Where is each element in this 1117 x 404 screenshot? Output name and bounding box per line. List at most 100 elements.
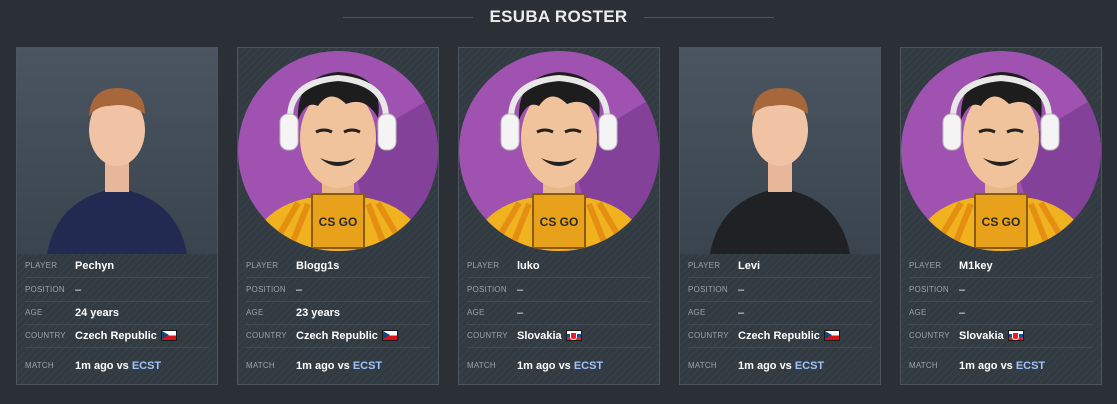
roster-header: ESUBA ROSTER bbox=[0, 0, 1117, 34]
match-opponent-link[interactable]: ECST bbox=[132, 360, 161, 372]
country-value: Czech Republic bbox=[296, 330, 398, 342]
roster-title: ESUBA ROSTER bbox=[489, 7, 628, 26]
player-value[interactable]: Pechyn bbox=[75, 260, 114, 272]
match-opponent-link[interactable]: ECST bbox=[1016, 360, 1045, 372]
row-age: AGE 23 years bbox=[246, 301, 430, 325]
row-match: MATCH 1m ago vs ECST bbox=[25, 354, 209, 377]
country-name: Czech Republic bbox=[738, 329, 820, 342]
match-opponent-link[interactable]: ECST bbox=[795, 360, 824, 372]
match-value[interactable]: 1m ago vs ECST bbox=[75, 360, 161, 372]
match-value[interactable]: 1m ago vs ECST bbox=[296, 360, 382, 372]
position-label: POSITION bbox=[467, 285, 507, 294]
row-country: COUNTRY Czech Republic bbox=[25, 324, 209, 348]
row-position: POSITION – bbox=[688, 278, 872, 302]
row-position: POSITION – bbox=[25, 278, 209, 302]
player-card[interactable]: PLAYER Levi POSITION – AGE – COUNTRY Czech Repu… bbox=[679, 47, 881, 385]
row-position: POSITION – bbox=[246, 278, 430, 302]
row-age: AGE 24 years bbox=[25, 301, 209, 325]
row-match: MATCH 1m ago vs ECST bbox=[688, 354, 872, 377]
row-match: MATCH 1m ago vs ECST bbox=[467, 354, 651, 377]
country-name: Slovakia bbox=[959, 329, 1004, 342]
player-photo[interactable] bbox=[680, 48, 880, 254]
position-value: – bbox=[75, 283, 82, 296]
age-label: AGE bbox=[688, 308, 706, 317]
svg-text:CS GO: CS GO bbox=[982, 215, 1021, 229]
player-value[interactable]: M1key bbox=[959, 260, 993, 272]
player-card[interactable]: CS GO PLAYER luko POSITION – AGE – COUNTRY Slov… bbox=[458, 47, 660, 385]
row-age: AGE – bbox=[909, 301, 1093, 325]
match-label: MATCH bbox=[25, 361, 54, 370]
match-time: 1m ago vs bbox=[296, 359, 350, 372]
header-divider-left bbox=[343, 16, 474, 18]
match-opponent-link[interactable]: ECST bbox=[353, 360, 382, 372]
match-time: 1m ago vs bbox=[75, 359, 129, 372]
country-name: Czech Republic bbox=[296, 329, 378, 342]
country-label: COUNTRY bbox=[25, 331, 66, 340]
cz-flag-icon bbox=[823, 330, 840, 341]
age-label: AGE bbox=[25, 308, 43, 317]
row-country: COUNTRY Slovakia bbox=[467, 324, 651, 348]
match-label: MATCH bbox=[909, 361, 938, 370]
age-value: 24 years bbox=[75, 306, 120, 319]
match-value[interactable]: 1m ago vs ECST bbox=[959, 360, 1045, 372]
position-label: POSITION bbox=[25, 285, 65, 294]
position-label: POSITION bbox=[688, 285, 728, 294]
position-value: – bbox=[959, 283, 966, 296]
player-card[interactable]: CS GO PLAYER M1key POSITION – AGE – COUNTRY Slo… bbox=[900, 47, 1102, 385]
player-label: PLAYER bbox=[25, 261, 58, 270]
row-position: POSITION – bbox=[467, 278, 651, 302]
player-card[interactable]: CS GO PLAYER Blogg1s POSITION – AGE 23 years C… bbox=[237, 47, 439, 385]
player-label: PLAYER bbox=[467, 261, 500, 270]
svg-text:CS GO: CS GO bbox=[540, 215, 579, 229]
row-country: COUNTRY Czech Republic bbox=[246, 324, 430, 348]
sk-flag-icon bbox=[565, 330, 582, 341]
default-avatar-icon[interactable]: CS GO bbox=[238, 48, 438, 254]
country-label: COUNTRY bbox=[246, 331, 287, 340]
age-label: AGE bbox=[909, 308, 927, 317]
match-label: MATCH bbox=[467, 361, 496, 370]
country-label: COUNTRY bbox=[688, 331, 729, 340]
match-value[interactable]: 1m ago vs ECST bbox=[738, 360, 824, 372]
player-card[interactable]: PLAYER Pechyn POSITION – AGE 24 years COUNTRY C… bbox=[16, 47, 218, 385]
country-value: Czech Republic bbox=[75, 330, 177, 342]
player-photo[interactable] bbox=[17, 48, 217, 254]
match-opponent-link[interactable]: ECST bbox=[574, 360, 603, 372]
player-label: PLAYER bbox=[246, 261, 279, 270]
row-age: AGE – bbox=[467, 301, 651, 325]
age-value: – bbox=[738, 306, 745, 319]
player-value[interactable]: Levi bbox=[738, 260, 760, 272]
match-value[interactable]: 1m ago vs ECST bbox=[517, 360, 603, 372]
age-value: – bbox=[959, 306, 966, 319]
match-label: MATCH bbox=[246, 361, 275, 370]
match-label: MATCH bbox=[688, 361, 717, 370]
country-value: Slovakia bbox=[959, 330, 1024, 342]
country-value: Czech Republic bbox=[738, 330, 840, 342]
svg-text:CS GO: CS GO bbox=[319, 215, 358, 229]
match-time: 1m ago vs bbox=[738, 359, 792, 372]
row-player: PLAYER luko bbox=[467, 254, 651, 278]
country-name: Slovakia bbox=[517, 329, 562, 342]
player-value[interactable]: luko bbox=[517, 260, 540, 272]
position-value: – bbox=[296, 283, 303, 296]
cz-flag-icon bbox=[381, 330, 398, 341]
player-label: PLAYER bbox=[688, 261, 721, 270]
country-label: COUNTRY bbox=[467, 331, 508, 340]
age-label: AGE bbox=[246, 308, 264, 317]
position-label: POSITION bbox=[246, 285, 286, 294]
sk-flag-icon bbox=[1007, 330, 1024, 341]
country-name: Czech Republic bbox=[75, 329, 157, 342]
row-player: PLAYER M1key bbox=[909, 254, 1093, 278]
row-player: PLAYER Pechyn bbox=[25, 254, 209, 278]
row-age: AGE – bbox=[688, 301, 872, 325]
position-value: – bbox=[738, 283, 745, 296]
default-avatar-icon[interactable]: CS GO bbox=[901, 48, 1101, 254]
row-position: POSITION – bbox=[909, 278, 1093, 302]
row-match: MATCH 1m ago vs ECST bbox=[909, 354, 1093, 377]
player-value[interactable]: Blogg1s bbox=[296, 260, 339, 272]
default-avatar-icon[interactable]: CS GO bbox=[459, 48, 659, 254]
age-value: 23 years bbox=[296, 306, 341, 319]
row-country: COUNTRY Slovakia bbox=[909, 324, 1093, 348]
player-label: PLAYER bbox=[909, 261, 942, 270]
age-label: AGE bbox=[467, 308, 485, 317]
cz-flag-icon bbox=[160, 330, 177, 341]
